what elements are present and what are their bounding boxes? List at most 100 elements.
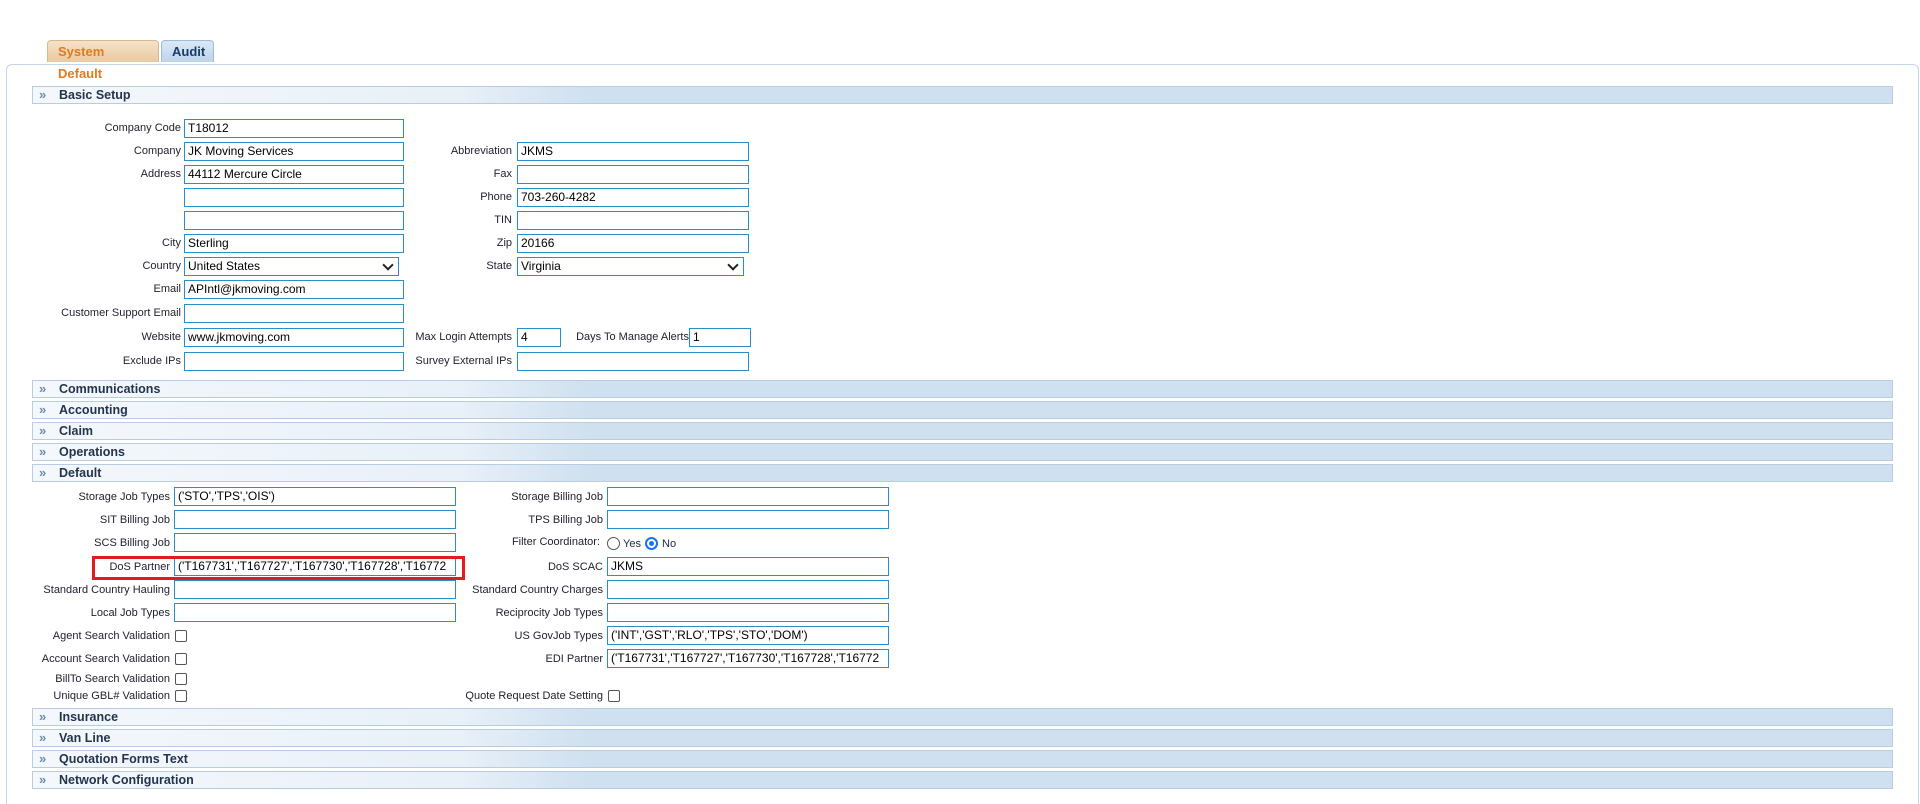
label-billto-search-validation: BillTo Search Validation bbox=[55, 673, 170, 685]
city-input[interactable]: Sterling bbox=[184, 234, 404, 253]
edi-partner-input[interactable]: ('T167731','T167727','T167730','T167728'… bbox=[607, 649, 889, 668]
label-company: Company bbox=[133, 145, 181, 157]
label-dos-scac: DoS SCAC bbox=[547, 561, 603, 573]
highlight-box bbox=[92, 556, 465, 580]
label-scs-billing-job: SCS Billing Job bbox=[94, 537, 170, 549]
zip-input[interactable]: 20166 bbox=[517, 234, 749, 253]
unique-gbl-validation-checkbox[interactable] bbox=[175, 690, 187, 702]
dos-scac-input[interactable]: JKMS bbox=[607, 557, 889, 576]
tps-billing-job-input[interactable] bbox=[607, 510, 889, 529]
label-company-code: Company Code bbox=[104, 122, 181, 134]
quote-request-date-setting-checkbox[interactable] bbox=[608, 690, 620, 702]
section-network-configuration[interactable]: » Network Configuration bbox=[32, 771, 1893, 789]
account-search-validation-checkbox[interactable] bbox=[175, 653, 187, 665]
us-govjob-types-input[interactable]: ('INT','GST','RLO','TPS','STO','DOM') bbox=[607, 626, 889, 645]
email-input[interactable]: APIntl@jkmoving.com bbox=[184, 280, 404, 299]
double-chevron-icon: » bbox=[39, 444, 46, 459]
reciprocity-job-types-input[interactable] bbox=[607, 603, 889, 622]
label-quote-request-date-setting: Quote Request Date Setting bbox=[465, 690, 603, 702]
section-title: Basic Setup bbox=[59, 88, 131, 102]
label-phone: Phone bbox=[480, 191, 512, 203]
storage-billing-job-input[interactable] bbox=[607, 487, 889, 506]
double-chevron-icon: » bbox=[39, 751, 46, 766]
filter-coordinator-no-label: No bbox=[662, 538, 677, 550]
label-abbreviation: Abbreviation bbox=[450, 145, 512, 157]
scs-billing-job-input[interactable] bbox=[174, 533, 456, 552]
section-insurance[interactable]: » Insurance bbox=[32, 708, 1893, 726]
state-selected-value: Virginia bbox=[521, 259, 561, 273]
label-agent-search-validation: Agent Search Validation bbox=[52, 630, 170, 642]
label-country: Country bbox=[142, 260, 181, 272]
filter-coordinator-no-radio[interactable] bbox=[645, 537, 658, 550]
max-login-attempts-input[interactable]: 4 bbox=[517, 328, 561, 347]
storage-job-types-input[interactable]: ('STO','TPS','OIS') bbox=[174, 487, 456, 506]
company-input[interactable]: JK Moving Services bbox=[184, 142, 404, 161]
label-exclude-ips: Exclude IPs bbox=[122, 355, 181, 367]
double-chevron-icon: » bbox=[39, 730, 46, 745]
filter-coordinator-yes-label: Yes bbox=[623, 538, 641, 550]
label-zip: Zip bbox=[496, 237, 512, 249]
fax-input[interactable] bbox=[517, 165, 749, 184]
chevron-down-icon bbox=[382, 259, 394, 271]
label-tps-billing-job: TPS Billing Job bbox=[528, 514, 603, 526]
billto-search-validation-checkbox[interactable] bbox=[175, 673, 187, 685]
local-job-types-input[interactable] bbox=[174, 603, 456, 622]
label-city: City bbox=[162, 237, 181, 249]
state-select[interactable]: Virginia bbox=[517, 257, 744, 276]
label-sit-billing-job: SIT Billing Job bbox=[99, 514, 170, 526]
phone-input[interactable]: 703-260-4282 bbox=[517, 188, 749, 207]
standard-country-charges-input[interactable] bbox=[607, 580, 889, 599]
days-to-manage-alerts-input[interactable]: 1 bbox=[689, 328, 751, 347]
section-title: Insurance bbox=[59, 710, 119, 724]
abbreviation-input[interactable]: JKMS bbox=[517, 142, 749, 161]
section-claim[interactable]: » Claim bbox=[32, 422, 1893, 440]
tab-audit[interactable]: Audit bbox=[161, 40, 214, 62]
address-line2-input[interactable] bbox=[184, 188, 404, 207]
section-basic-setup[interactable]: » Basic Setup bbox=[32, 86, 1893, 104]
section-communications[interactable]: » Communications bbox=[32, 380, 1893, 398]
label-filter-coordinator: Filter Coordinator: bbox=[511, 536, 600, 548]
section-title: Network Configuration bbox=[59, 773, 194, 787]
label-storage-billing-job: Storage Billing Job bbox=[511, 491, 603, 503]
tab-system-default[interactable]: System Default bbox=[47, 40, 159, 81]
label-state: State bbox=[486, 260, 512, 272]
label-storage-job-types: Storage Job Types bbox=[78, 491, 170, 503]
label-standard-country-hauling: Standard Country Hauling bbox=[43, 584, 170, 596]
section-title: Communications bbox=[59, 382, 161, 396]
label-max-login-attempts: Max Login Attempts bbox=[415, 331, 512, 343]
survey-external-ips-input[interactable] bbox=[517, 352, 749, 371]
section-title: Operations bbox=[59, 445, 125, 459]
label-reciprocity-job-types: Reciprocity Job Types bbox=[495, 607, 603, 619]
section-default[interactable]: » Default bbox=[32, 464, 1893, 482]
company-code-input[interactable]: T18012 bbox=[184, 119, 404, 138]
label-address: Address bbox=[140, 168, 181, 180]
website-input[interactable]: www.jkmoving.com bbox=[184, 328, 404, 347]
sit-billing-job-input[interactable] bbox=[174, 510, 456, 529]
section-title: Van Line bbox=[59, 731, 111, 745]
label-unique-gbl-validation: Unique GBL# Validation bbox=[53, 690, 170, 702]
country-selected-value: United States bbox=[188, 259, 261, 273]
country-select[interactable]: United States bbox=[184, 257, 399, 276]
section-quotation-forms-text[interactable]: » Quotation Forms Text bbox=[32, 750, 1893, 768]
label-customer-support-email: Customer Support Email bbox=[61, 307, 181, 319]
label-email: Email bbox=[153, 283, 181, 295]
label-fax: Fax bbox=[493, 168, 512, 180]
double-chevron-icon: » bbox=[39, 381, 46, 396]
label-account-search-validation: Account Search Validation bbox=[41, 653, 170, 665]
agent-search-validation-checkbox[interactable] bbox=[175, 630, 187, 642]
tin-input[interactable] bbox=[517, 211, 749, 230]
section-operations[interactable]: » Operations bbox=[32, 443, 1893, 461]
address-line3-input[interactable] bbox=[184, 211, 404, 230]
double-chevron-icon: » bbox=[39, 772, 46, 787]
chevron-down-icon bbox=[727, 259, 739, 271]
customer-support-email-input[interactable] bbox=[184, 304, 404, 323]
address-input[interactable]: 44112 Mercure Circle bbox=[184, 165, 404, 184]
filter-coordinator-yes-radio[interactable] bbox=[607, 537, 620, 550]
exclude-ips-input[interactable] bbox=[184, 352, 404, 371]
section-accounting[interactable]: » Accounting bbox=[32, 401, 1893, 419]
section-van-line[interactable]: » Van Line bbox=[32, 729, 1893, 747]
standard-country-hauling-input[interactable] bbox=[174, 580, 456, 599]
label-standard-country-charges: Standard Country Charges bbox=[472, 584, 603, 596]
double-chevron-icon: » bbox=[39, 87, 46, 102]
label-edi-partner: EDI Partner bbox=[545, 653, 603, 665]
